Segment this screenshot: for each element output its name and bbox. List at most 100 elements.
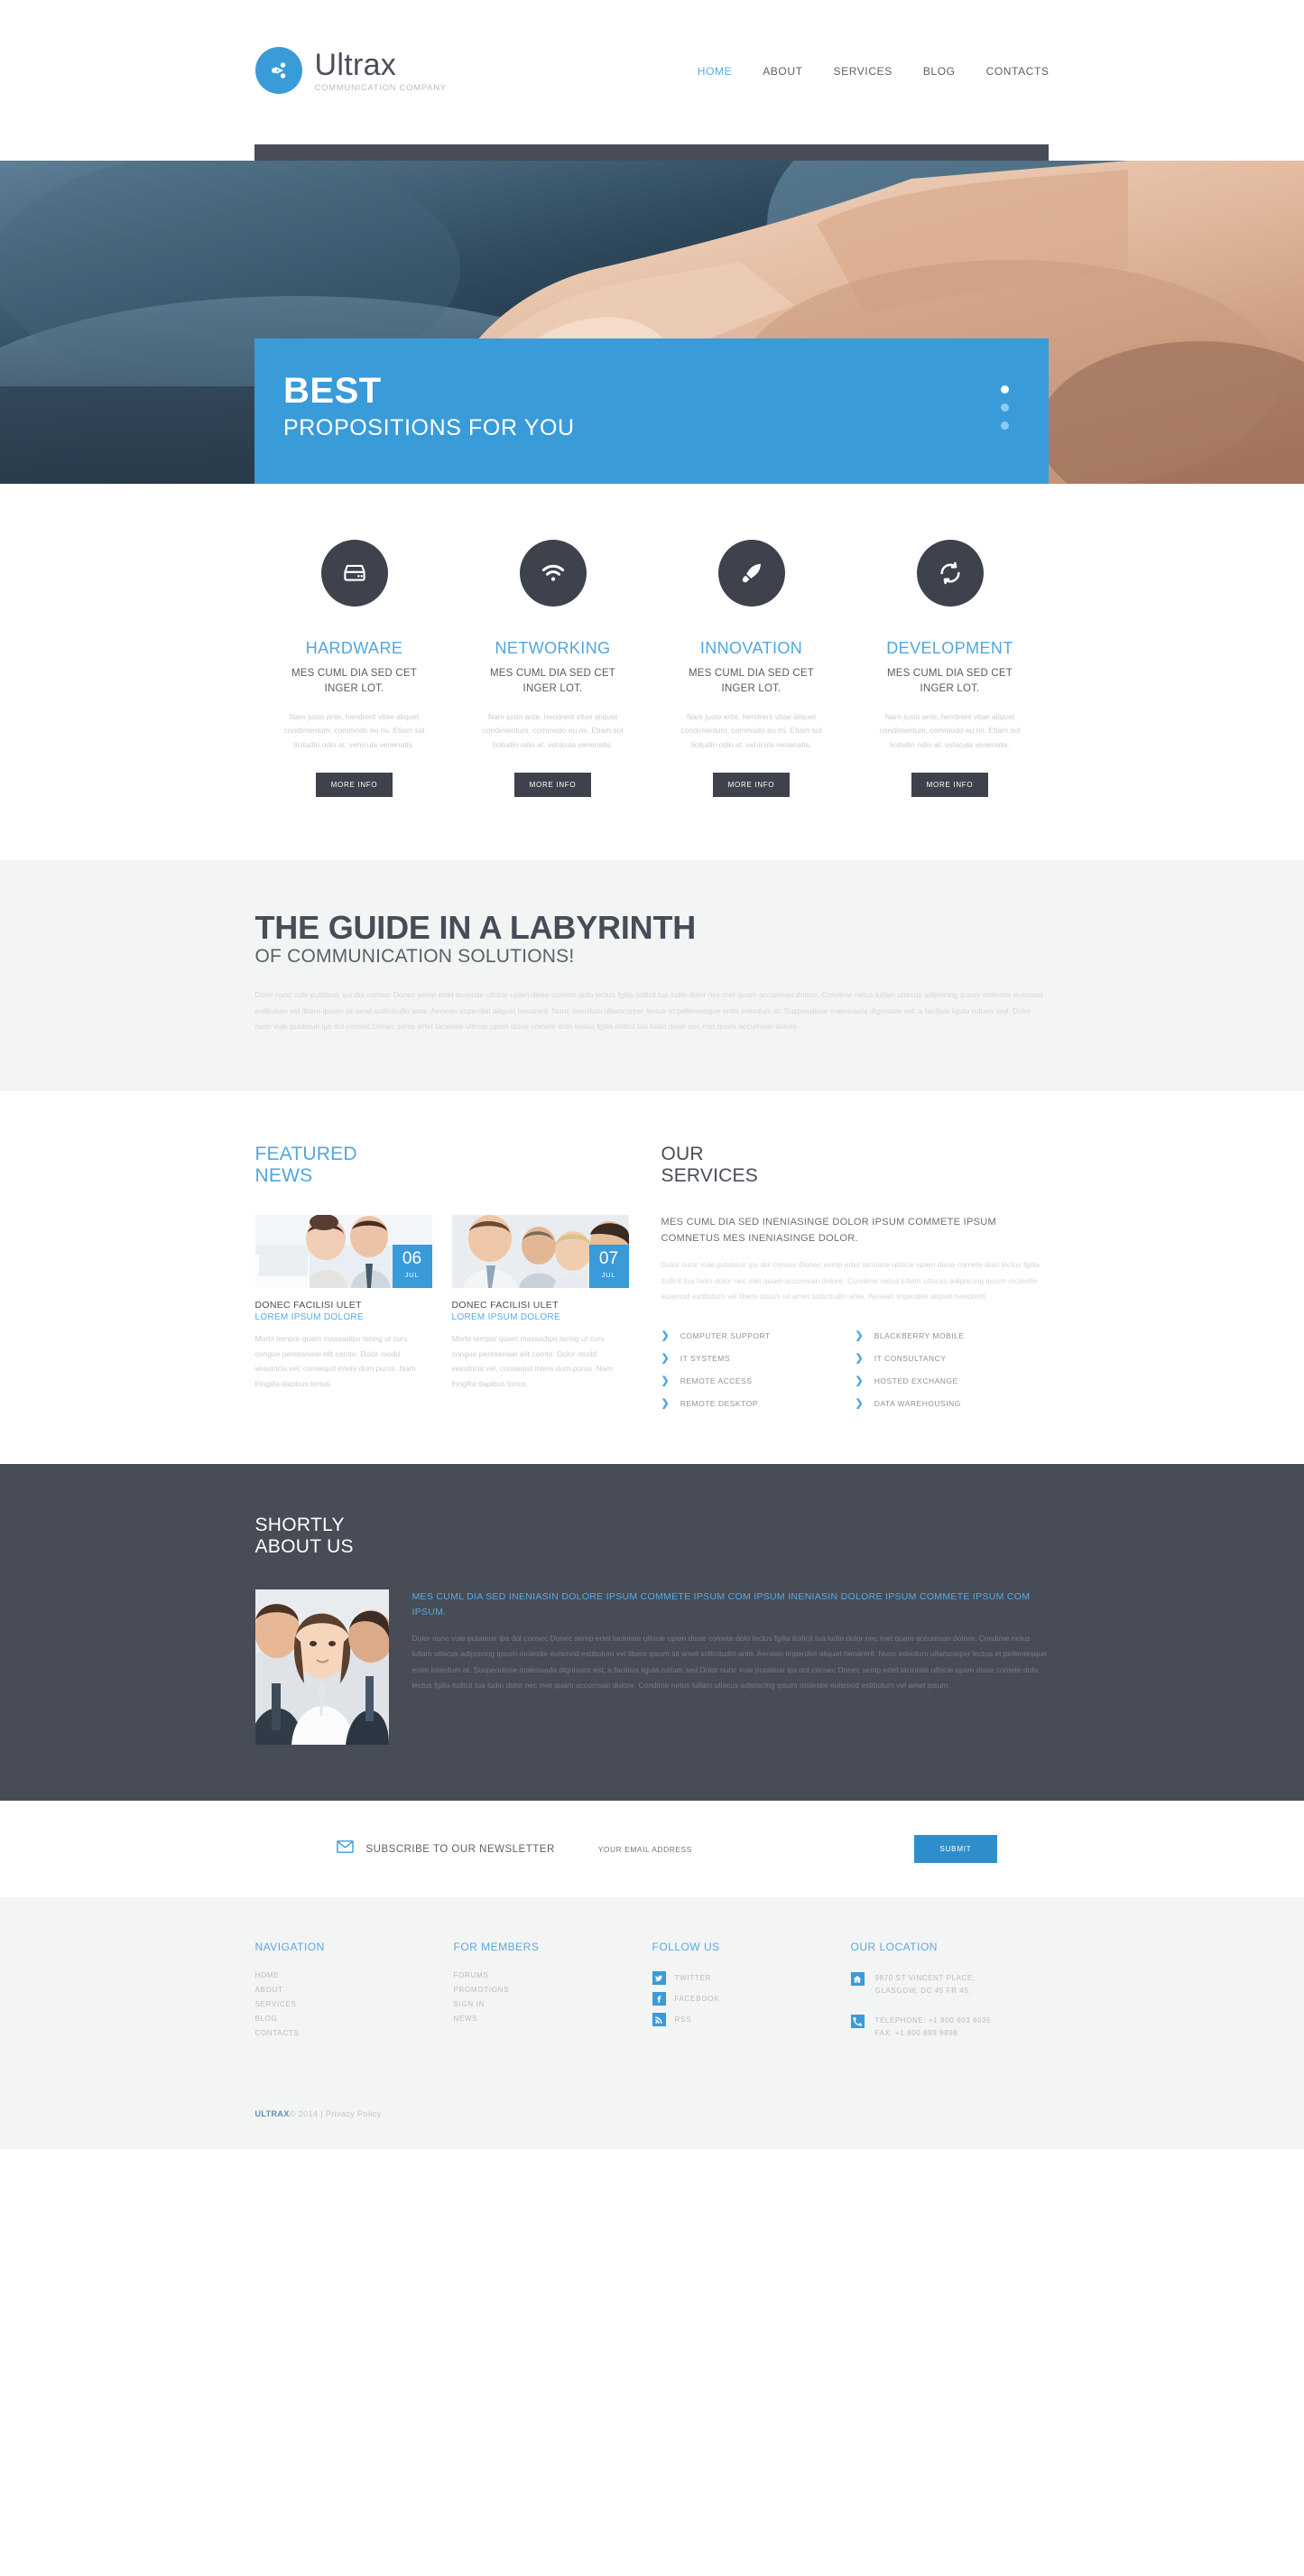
hero-title: BEST (283, 371, 382, 411)
share-icon (254, 47, 302, 94)
nav-item-home[interactable]: HOME (698, 65, 732, 78)
footer-link[interactable]: NEWS (454, 2011, 652, 2025)
news-subtitle: LOREM IPSUM DOLORE (451, 1312, 560, 1323)
social-label: TWITTER (674, 1974, 711, 1983)
service-list-item[interactable]: ❯ DATA WAREHOUSING (855, 1393, 1050, 1415)
nav-item-blog[interactable]: BLOG (923, 65, 956, 78)
feature-text: Nam justo ante, hendrerit vitae aliquet … (879, 711, 1021, 749)
more-info-button[interactable]: MORE INFO (513, 772, 592, 797)
social-link-facebook[interactable]: FACEBOOK (652, 1988, 851, 2009)
wifi-icon (519, 540, 587, 607)
chevron-right-icon: ❯ (855, 1352, 864, 1364)
slider-dot-1[interactable] (1001, 385, 1009, 394)
footer-link[interactable]: SIGN IN (454, 1997, 652, 2011)
copyright-bar: ULTRAX© 2014 | Privacy Policy (0, 2093, 1304, 2149)
news-date-badge: 07 JUL (588, 1245, 629, 1289)
social-label: FACEBOOK (674, 1995, 720, 2004)
footer-column-title: FOR MEMBERS (453, 1941, 540, 1954)
main-nav[interactable]: HOME ABOUT SERVICES BLOG CONTACTS (698, 47, 1050, 78)
feature-card-networking: NETWORKING MES CUML DIA SED CET INGER LO… (454, 540, 652, 797)
feature-subtitle: MES CUML DIA SED CET INGER LOT. (489, 668, 616, 695)
news-month: JUL (404, 1271, 420, 1280)
service-list-item[interactable]: ❯ IT CONSULTANCY (855, 1348, 1050, 1370)
footer-column-title: FOLLOW US (652, 1941, 720, 1954)
about-section: SHORTLY ABOUT US MES CUML DIA SED INENIA… (0, 1463, 1304, 1802)
news-thumbnail[interactable]: 06 JUL (254, 1215, 432, 1289)
more-info-button[interactable]: MORE INFO (911, 772, 989, 797)
about-heading: SHORTLY ABOUT US (255, 1515, 1050, 1560)
footer-link[interactable]: HOME (255, 1968, 454, 1982)
phone-line-2: FAX: +1 800 889 9898 (874, 2029, 958, 2038)
service-list-item[interactable]: ❯ COMPUTER SUPPORT (661, 1325, 855, 1348)
social-link-rss[interactable]: RSS (652, 2009, 851, 2030)
news-title[interactable]: DONEC FACILISI ULET (255, 1300, 432, 1311)
more-info-button[interactable]: MORE INFO (315, 772, 393, 797)
more-info-button[interactable]: MORE INFO (712, 772, 791, 797)
address-line-1: 9870 ST VINCENT PLACE, (874, 1974, 976, 1983)
footer-column-title: OUR LOCATION (850, 1941, 938, 1954)
envelope-icon (336, 1840, 354, 1858)
news-day: 06 (402, 1249, 422, 1269)
footer-link[interactable]: FORUMS (454, 1968, 652, 1982)
services-text: Dolor nunc vule putateuir ips dol consec… (661, 1260, 1040, 1302)
heading-line-2: NEWS (254, 1165, 313, 1187)
guide-section: THE GUIDE IN A LABYRINTH OF COMMUNICATIO… (0, 859, 1304, 1091)
rss-icon (652, 2013, 666, 2027)
footer-phone: TELEPHONE: +1 800 603 6035 FAX: +1 800 8… (850, 2010, 1050, 2043)
footer-link[interactable]: CONTACTS (255, 2025, 454, 2040)
service-list-item[interactable]: ❯ HOSTED EXCHANGE (855, 1370, 1050, 1393)
service-list-item[interactable]: ❯ REMOTE DESKTOP (661, 1393, 855, 1415)
slider-dots[interactable] (1001, 385, 1009, 430)
footer-address: 9870 ST VINCENT PLACE, GLASGOW, DC 45 FR… (850, 1968, 1050, 2001)
service-list-item[interactable]: ❯ IT SYSTEMS (661, 1348, 855, 1370)
chevron-right-icon: ❯ (661, 1397, 670, 1409)
hero-caption: BEST PROPOSITIONS FOR YOU (254, 338, 1049, 484)
news-thumbnail[interactable]: 07 JUL (451, 1215, 629, 1289)
nav-item-services[interactable]: SERVICES (834, 65, 892, 78)
nav-item-about[interactable]: ABOUT (763, 65, 802, 78)
footer-link[interactable]: PROMOTIONS (454, 1982, 652, 1997)
about-image (254, 1589, 389, 1746)
logo-name: Ultrax (314, 48, 397, 83)
our-services-heading: OUR SERVICES (661, 1144, 1050, 1189)
footer-link[interactable]: ABOUT (255, 1982, 454, 1997)
newsletter-email-input[interactable] (597, 1844, 833, 1854)
service-label: HOSTED EXCHANGE (874, 1376, 958, 1386)
heading-line-2: SERVICES (661, 1165, 758, 1187)
address-line-2: GLASGOW, DC 45 FR 45. (874, 1986, 972, 1995)
news-day: 07 (598, 1249, 619, 1269)
service-label: BLACKBERRY MOBILE (874, 1331, 965, 1341)
copyright-brand: ULTRAX (254, 2108, 290, 2118)
feature-title: NETWORKING (495, 639, 611, 657)
site-header: Ultrax COMMUNICATION COMPANY HOME ABOUT … (0, 0, 1304, 164)
footer-link[interactable]: BLOG (255, 2011, 454, 2025)
service-list-item[interactable]: ❯ REMOTE ACCESS (661, 1370, 855, 1393)
news-services-section: FEATURED NEWS 06 JUL DONEC FACILISI ULET… (0, 1090, 1304, 1464)
news-item[interactable]: 06 JUL DONEC FACILISI ULET LOREM IPSUM D… (254, 1215, 432, 1391)
news-text: Morbi tempor quam massadipu iscing ut cu… (254, 1334, 416, 1388)
service-list-item[interactable]: ❯ BLACKBERRY MOBILE (855, 1325, 1050, 1348)
phone-line-1: TELEPHONE: +1 800 603 6035 (874, 2016, 992, 2025)
feature-subtitle: MES CUML DIA SED CET INGER LOT. (688, 668, 815, 695)
footer-column-title: NAVIGATION (254, 1941, 325, 1954)
logo[interactable]: Ultrax COMMUNICATION COMPANY (254, 47, 447, 94)
phone-icon (850, 2015, 865, 2029)
newsletter-submit-button[interactable]: SUBMIT (914, 1835, 997, 1864)
copyright-text: © 2014 | (289, 2108, 326, 2118)
feature-text: Nam justo ante, hendrerit vitae aliquet … (482, 711, 624, 749)
rocket-icon (717, 540, 785, 607)
facebook-icon (652, 1992, 666, 2006)
slider-dot-2[interactable] (1001, 403, 1009, 412)
slider-dot-3[interactable] (1001, 422, 1009, 430)
service-label: IT CONSULTANCY (874, 1354, 947, 1364)
service-label: DATA WAREHOUSING (874, 1399, 961, 1409)
guide-title: THE GUIDE IN A LABYRINTH (254, 908, 697, 946)
footer-link[interactable]: SERVICES (255, 1997, 454, 2011)
social-link-twitter[interactable]: TWITTER (652, 1968, 851, 1988)
news-item[interactable]: 07 JUL DONEC FACILISI ULET LOREM IPSUM D… (451, 1215, 629, 1391)
privacy-policy-link[interactable]: Privacy Policy (326, 2109, 382, 2118)
news-title[interactable]: DONEC FACILISI ULET (452, 1300, 629, 1311)
service-label: IT SYSTEMS (680, 1354, 731, 1364)
feature-title: DEVELOPMENT (886, 639, 1013, 657)
nav-item-contacts[interactable]: CONTACTS (986, 65, 1050, 78)
